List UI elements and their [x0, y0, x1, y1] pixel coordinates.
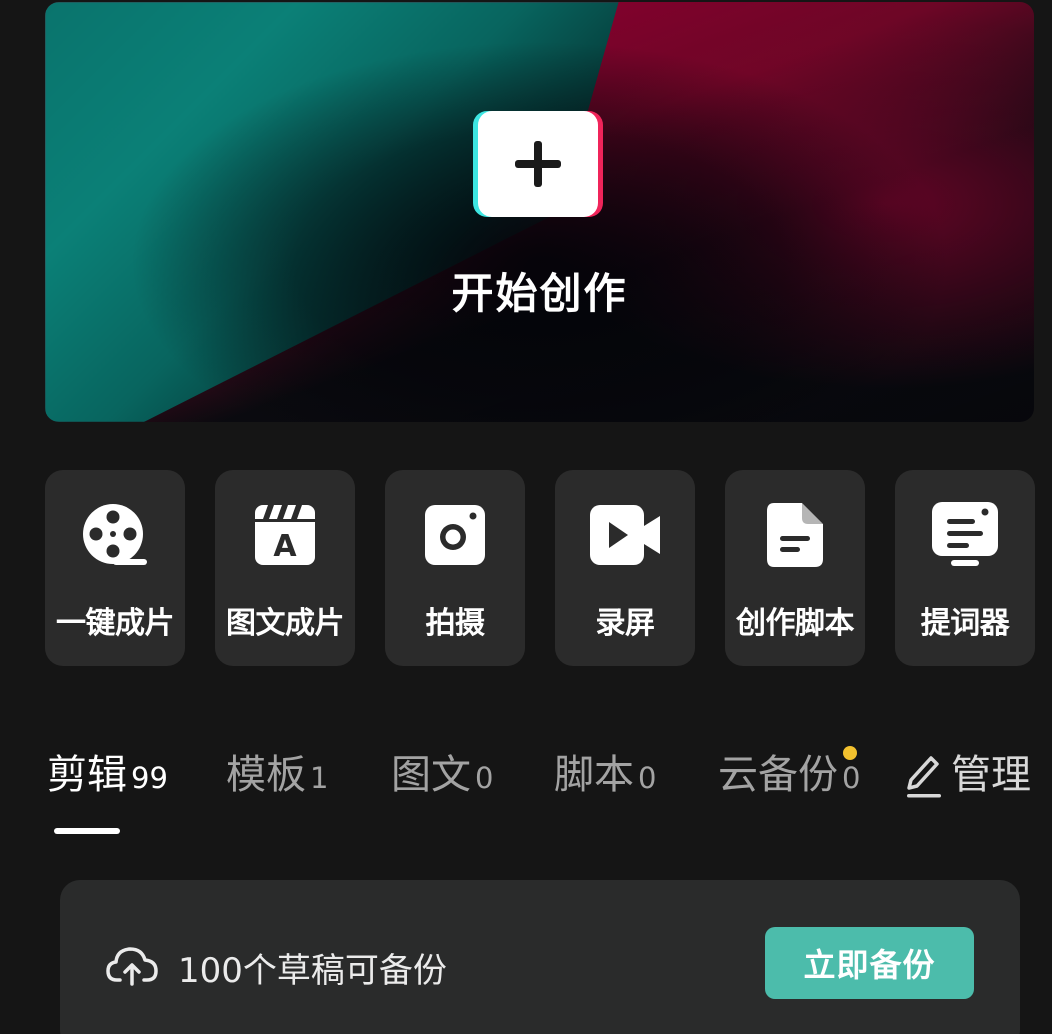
- backup-now-button[interactable]: 立即备份: [765, 927, 974, 999]
- tool-label: 拍摄: [425, 606, 486, 641]
- manage-label: 管理: [951, 752, 1031, 798]
- manage-button[interactable]: 管理: [905, 742, 1031, 822]
- document-icon: [767, 503, 823, 567]
- film-reel-icon: [83, 504, 147, 565]
- tab-count: 0: [842, 761, 861, 795]
- tool-screen-record[interactable]: 录屏: [555, 470, 695, 666]
- tool-label: 图文成片: [226, 606, 345, 641]
- new-project-button[interactable]: [478, 111, 598, 217]
- video-camera-icon: [590, 505, 660, 565]
- tool-image-text-video[interactable]: A 图文成片: [215, 470, 355, 666]
- start-creating-card[interactable]: 开始创作: [45, 2, 1034, 422]
- cloud-upload-icon: [106, 947, 158, 986]
- camera-icon: [425, 505, 485, 565]
- tool-label: 创作脚本: [736, 606, 855, 641]
- plus-icon: [515, 141, 561, 187]
- backup-draft-count: 100个草稿可备份: [178, 951, 447, 991]
- tool-creative-script[interactable]: 创作脚本: [725, 470, 865, 666]
- backup-card: 100个草稿可备份 立即备份: [60, 880, 1020, 1034]
- edit-pencil-icon: [907, 756, 941, 798]
- tab-edit[interactable]: 剪辑 99: [47, 742, 168, 822]
- draft-tabs: 剪辑 99 模板 1 图文 0 脚本 0 云备份 0: [0, 742, 1052, 842]
- tab-label: 云备份: [718, 752, 838, 798]
- tab-label: 剪辑: [47, 752, 127, 798]
- tab-script[interactable]: 脚本 0: [554, 742, 656, 822]
- start-creating-label: 开始创作: [451, 269, 628, 318]
- tab-label: 脚本: [554, 752, 634, 798]
- tool-row: 一键成片 A 图文成片 拍摄 录屏 创作脚本 提词器: [45, 470, 1035, 666]
- svg-text:A: A: [273, 529, 297, 564]
- tab-image-text[interactable]: 图文 0: [391, 742, 493, 822]
- tab-count: 0: [475, 761, 494, 795]
- tab-count: 0: [638, 761, 657, 795]
- tool-shoot[interactable]: 拍摄: [385, 470, 525, 666]
- tool-one-click-video[interactable]: 一键成片: [45, 470, 185, 666]
- tab-count: 1: [310, 761, 329, 795]
- tab-label: 模板: [226, 752, 306, 798]
- tool-label: 提词器: [920, 606, 1010, 641]
- tool-label: 录屏: [595, 606, 656, 641]
- tool-teleprompter[interactable]: 提词器: [895, 470, 1035, 666]
- tab-count: 99: [131, 761, 168, 795]
- active-tab-indicator: [54, 828, 120, 834]
- tab-label: 图文: [391, 752, 471, 798]
- cloud-backup-badge: [843, 746, 857, 760]
- text-clapper-icon: A: [255, 505, 315, 565]
- teleprompter-icon: [932, 502, 998, 566]
- tab-template[interactable]: 模板 1: [226, 742, 328, 822]
- tool-label: 一键成片: [56, 606, 175, 641]
- home-screen: 开始创作 一键成片 A 图文成片 拍摄 录屏 创作脚本 提词器 剪辑 99 模板…: [0, 0, 1052, 1034]
- tab-cloud-backup[interactable]: 云备份 0: [718, 742, 860, 822]
